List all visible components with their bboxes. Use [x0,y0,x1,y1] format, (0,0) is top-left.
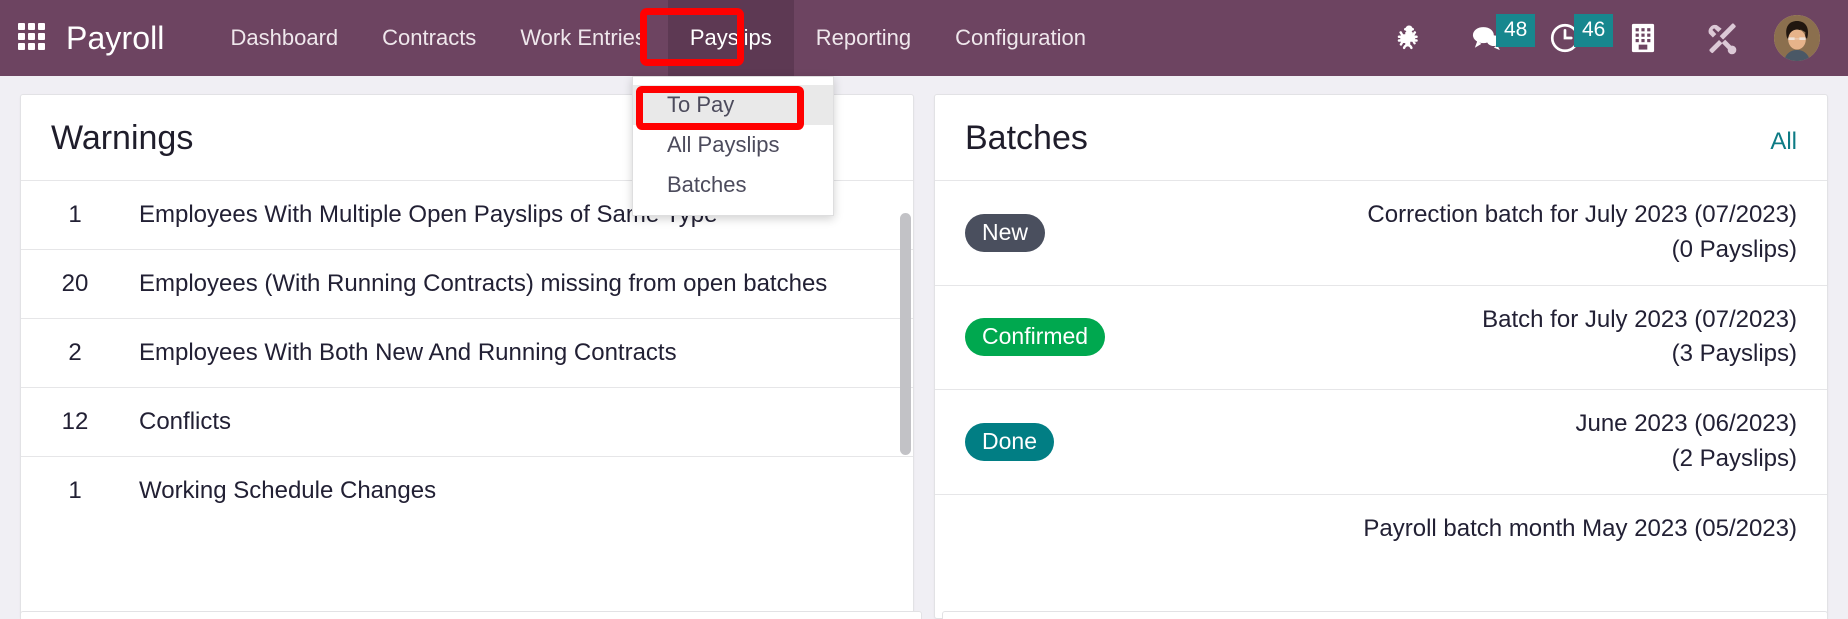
dropdown-item-to-pay[interactable]: To Pay [633,85,833,125]
company-building-icon[interactable] [1604,0,1682,76]
apps-grid-icon[interactable] [18,23,48,53]
warning-label: Conflicts [139,387,913,457]
menu-item-payslips[interactable]: Payslips [667,0,794,76]
batch-info-cell: Correction batch for July 2023 (07/2023)… [1135,180,1827,286]
batch-state-cell: New [935,180,1135,286]
top-navbar: Payroll Dashboard Contracts Work Entries… [0,0,1848,76]
batch-info-cell: Payroll batch month May 2023 (05/2023) [1135,493,1827,564]
batch-state-cell [935,493,1135,564]
batch-state-cell: Confirmed [935,284,1135,390]
status-badge: New [965,213,1046,252]
batch-info-cell: June 2023 (06/2023) (2 Payslips) [1135,389,1827,495]
table-row[interactable]: 2 Employees With Both New And Running Co… [21,318,913,388]
main-menu: Dashboard Contracts Work Entries Payslip… [209,0,1109,76]
menu-item-contracts[interactable]: Contracts [360,0,498,76]
warning-count: 1 [21,179,139,250]
menu-item-work-entries[interactable]: Work Entries [498,0,668,76]
batch-payslip-count: (0 Payslips) [1671,235,1797,263]
peek-card-right [942,611,1828,619]
batch-info-cell: Batch for July 2023 (07/2023) (3 Payslip… [1135,284,1827,390]
messages-icon[interactable]: 48 [1448,0,1536,76]
dropdown-item-all-payslips[interactable]: All Payslips [633,125,833,165]
peek-card-left [20,611,922,619]
next-row-cards-peek [20,609,1828,619]
table-row[interactable]: Done June 2023 (06/2023) (2 Payslips) [935,389,1827,495]
menu-item-configuration[interactable]: Configuration [933,0,1108,76]
batch-payslip-count: (2 Payslips) [1671,444,1797,472]
menu-item-reporting[interactable]: Reporting [794,0,933,76]
batches-title: Batches [965,119,1088,157]
app-brand-payroll[interactable]: Payroll [66,20,165,57]
batches-all-link[interactable]: All [1770,128,1797,156]
status-badge: Confirmed [965,318,1106,357]
warnings-scrollbar-thumb[interactable] [900,213,911,455]
dropdown-item-batches[interactable]: Batches [633,165,833,205]
warnings-table: 1 Employees With Multiple Open Payslips … [21,179,913,526]
warning-label: Employees With Both New And Running Cont… [139,318,913,388]
table-row[interactable]: Payroll batch month May 2023 (05/2023) [935,493,1827,564]
batch-name: Correction batch for July 2023 (07/2023) [1367,201,1797,228]
table-row[interactable]: 1 Working Schedule Changes [21,456,913,526]
table-row[interactable]: 20 Employees (With Running Contracts) mi… [21,249,913,319]
warning-count: 1 [21,456,139,526]
warning-label: Employees (With Running Contracts) missi… [139,249,913,319]
menu-item-dashboard[interactable]: Dashboard [209,0,361,76]
dashboard-content: Warnings 1 Employees With Multiple Open … [0,76,1848,619]
batch-name: Batch for July 2023 (07/2023) [1482,305,1797,333]
payslips-dropdown-menu: To Pay All Payslips Batches [632,76,834,216]
warning-count: 12 [21,387,139,457]
batches-card-header: Batches All [935,95,1827,180]
activities-clock-icon[interactable]: 46 [1526,0,1614,76]
warning-count: 20 [21,249,139,319]
table-row[interactable]: Confirmed Batch for July 2023 (07/2023) … [935,284,1827,390]
warnings-title: Warnings [51,119,194,157]
status-badge: Done [965,422,1054,462]
user-avatar[interactable] [1774,15,1820,61]
warnings-scrollbar[interactable] [900,95,911,618]
developer-tools-icon[interactable] [1682,0,1760,76]
table-row[interactable]: 12 Conflicts [21,387,913,457]
batches-table: New Correction batch for July 2023 (07/2… [935,180,1827,564]
batches-card: Batches All New Correction batch for Jul… [934,94,1828,619]
table-row[interactable]: New Correction batch for July 2023 (07/2… [935,180,1827,286]
batch-state-cell: Done [935,389,1135,495]
warning-label: Working Schedule Changes [139,456,913,526]
batch-name: Payroll batch month May 2023 (05/2023) [1363,514,1797,542]
batch-name: June 2023 (06/2023) [1575,410,1797,438]
batch-payslip-count: (3 Payslips) [1671,340,1797,368]
warning-count: 2 [21,318,139,388]
systray: 48 46 [1370,0,1834,76]
bug-icon[interactable] [1370,0,1448,76]
batches-scrollbar[interactable] [1814,95,1825,618]
